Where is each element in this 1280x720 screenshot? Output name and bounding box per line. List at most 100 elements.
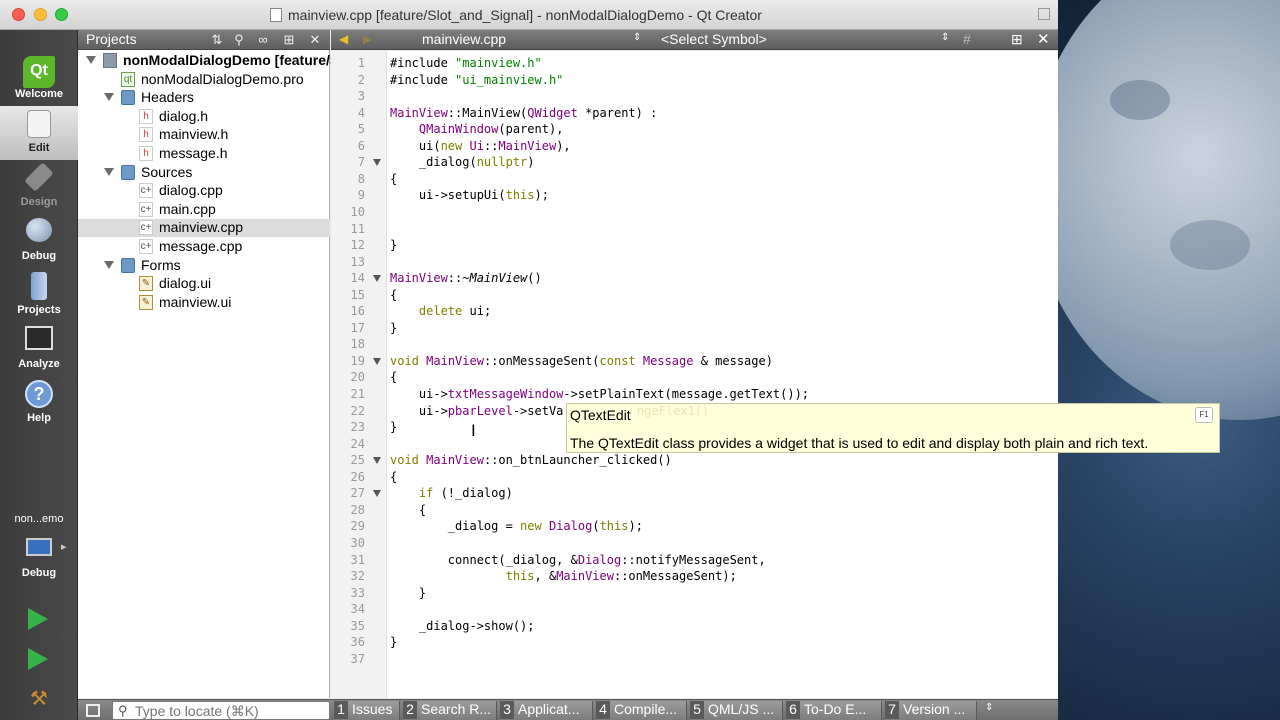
line-number: 29 — [350, 519, 365, 534]
tree-item[interactable]: h mainview.h — [78, 126, 330, 144]
expand-arrow-icon[interactable] — [104, 260, 114, 269]
output-tab-number: 5 — [690, 701, 704, 719]
fold-marker-icon[interactable] — [373, 357, 381, 365]
code-line: _dialog->show(); — [390, 618, 535, 633]
output-tab[interactable]: 3 Applicat... — [500, 701, 593, 720]
tree-item[interactable]: c+ message.cpp — [78, 238, 330, 256]
zoom-window-button[interactable] — [55, 8, 68, 21]
line-number: 26 — [350, 469, 365, 484]
tree-item-label: Forms — [141, 256, 181, 273]
code-line: void MainView::on_btnLauncher_clicked() — [390, 453, 672, 468]
mode-help[interactable]: ? Help — [0, 376, 78, 430]
output-tab-number: 2 — [403, 701, 417, 719]
close-icon[interactable]: ✕ — [1037, 30, 1050, 48]
symbol-combo[interactable]: <Select Symbol> — [661, 31, 767, 47]
link-icon[interactable]: ∞ — [252, 30, 274, 50]
output-tab[interactable]: 2 Search R... — [403, 701, 497, 720]
target-computer-icon[interactable] — [26, 538, 52, 556]
code-editor[interactable]: 1 2 3 4 5 6 7 8 9 10 11 12 13 14 15 16 17 18 19 20 21 22 23 24 2… — [331, 51, 1058, 698]
tree-item[interactable]: ✎ dialog.ui — [78, 275, 330, 293]
output-tab[interactable]: 6 To-Do E... — [786, 701, 882, 720]
tree-item-label: nonModalDialogDemo.pro — [141, 70, 304, 87]
line-number: 23 — [350, 420, 365, 435]
expand-arrow-icon[interactable] — [104, 93, 114, 102]
tree-item[interactable]: c+ main.cpp — [78, 201, 330, 219]
fullscreen-icon[interactable] — [1038, 8, 1050, 20]
line-number: 30 — [350, 535, 365, 550]
open-file-combo[interactable]: mainview.cpp — [422, 31, 506, 47]
tree-item[interactable]: c+ dialog.cpp — [78, 182, 330, 200]
back-arrow-icon[interactable]: ◀ — [339, 32, 348, 46]
tree-item[interactable]: h dialog.h — [78, 108, 330, 126]
mode-selector: Qt Welcome Edit Design Debug Projects An… — [0, 30, 78, 720]
minimize-window-button[interactable] — [34, 8, 47, 21]
run-button[interactable] — [28, 608, 48, 630]
sort-icon[interactable]: ⇅ — [206, 30, 228, 50]
mode-projects[interactable]: Projects — [0, 268, 78, 322]
line-number: 16 — [350, 304, 365, 319]
pro-file-icon: qt — [121, 71, 135, 87]
tree-item-label: dialog.cpp — [159, 182, 223, 199]
locator-input[interactable] — [135, 703, 325, 719]
forward-arrow-icon[interactable]: ▶ — [363, 32, 372, 46]
toggle-sidebar-icon[interactable] — [86, 704, 100, 717]
split-icon[interactable]: ⊞ — [278, 30, 300, 50]
output-tab[interactable]: 4 Compile... — [596, 701, 687, 720]
hash-icon[interactable]: # — [963, 31, 971, 47]
projects-pane-title[interactable]: Projects — [86, 31, 137, 47]
filter-icon[interactable]: ⚲ — [228, 30, 250, 50]
build-hammer-icon[interactable]: ⚒ — [30, 686, 52, 710]
line-number: 35 — [350, 618, 365, 633]
mode-welcome[interactable]: Qt Welcome — [0, 52, 78, 106]
project-icon — [103, 53, 117, 68]
tree-item[interactable]: Headers — [78, 89, 330, 107]
mode-edit[interactable]: Edit — [0, 106, 78, 160]
mode-label: Projects — [17, 304, 61, 316]
tree-item[interactable]: c+ mainview.cpp — [78, 219, 330, 238]
tooltip-faded-code: ngeFlex1() — [637, 404, 710, 418]
fold-marker-icon[interactable] — [373, 457, 381, 465]
output-tab-number: 1 — [334, 701, 348, 719]
split-icon[interactable]: ⊞ — [1011, 31, 1023, 48]
output-tab[interactable]: 5 QML/JS ... — [690, 701, 783, 720]
search-icon: ⚲ — [118, 703, 128, 718]
fold-marker-icon[interactable] — [373, 159, 381, 167]
tree-item-label: dialog.ui — [159, 275, 212, 292]
bug-icon — [23, 218, 55, 248]
updown-chevron-icon[interactable]: ⇕ — [633, 32, 641, 43]
mode-analyze[interactable]: Analyze — [0, 322, 78, 376]
tree-item[interactable]: Sources — [78, 164, 330, 182]
target-build-mode[interactable]: Debug — [0, 567, 78, 579]
close-window-button[interactable] — [12, 8, 25, 21]
line-number: 33 — [350, 585, 365, 600]
document-icon — [23, 110, 55, 140]
locator-box[interactable]: ⚲ — [112, 701, 330, 720]
target-project-label[interactable]: non...emo — [0, 513, 78, 525]
qt-creator-window: mainview.cpp [feature/Slot_and_Signal] -… — [0, 0, 1058, 720]
tree-item[interactable]: nonModalDialogDemo [feature/Slot_and_Sig… — [78, 52, 443, 70]
projects-pane: Projects ⇅ ⚲ ∞ ⊞ ✕ nonModalDialogDemo [f… — [78, 30, 443, 698]
updown-chevron-icon[interactable]: ⇕ — [941, 32, 949, 43]
fold-marker-icon[interactable] — [373, 490, 381, 498]
expand-arrow-icon[interactable] — [104, 167, 114, 176]
mode-debug[interactable]: Debug — [0, 214, 78, 268]
header-file-icon: h — [139, 146, 153, 161]
code-line: ui->pbarLevel->setVa — [390, 403, 564, 418]
output-tab[interactable]: 1 Issues — [334, 701, 400, 720]
fold-marker-icon[interactable] — [373, 275, 381, 283]
mode-label: Design — [20, 196, 58, 208]
expand-arrow-icon[interactable] — [86, 56, 96, 64]
title-bar[interactable]: mainview.cpp [feature/Slot_and_Signal] -… — [0, 0, 1058, 30]
debug-run-button[interactable] — [28, 648, 48, 670]
updown-chevron-icon[interactable]: ⇕ — [985, 702, 993, 713]
cpp-file-icon: c+ — [139, 239, 153, 254]
tree-item[interactable]: qt nonModalDialogDemo.pro — [78, 71, 330, 89]
line-number: 15 — [350, 287, 365, 302]
mode-design[interactable]: Design — [0, 160, 78, 214]
close-icon[interactable]: ✕ — [304, 30, 326, 50]
tree-item[interactable]: ✎ mainview.ui — [78, 294, 330, 312]
output-tab[interactable]: 7 Version ... — [885, 701, 977, 720]
tree-item[interactable]: h message.h — [78, 145, 330, 163]
window-title-text: mainview.cpp [feature/Slot_and_Signal] -… — [288, 7, 762, 23]
tree-item[interactable]: Forms — [78, 257, 330, 275]
